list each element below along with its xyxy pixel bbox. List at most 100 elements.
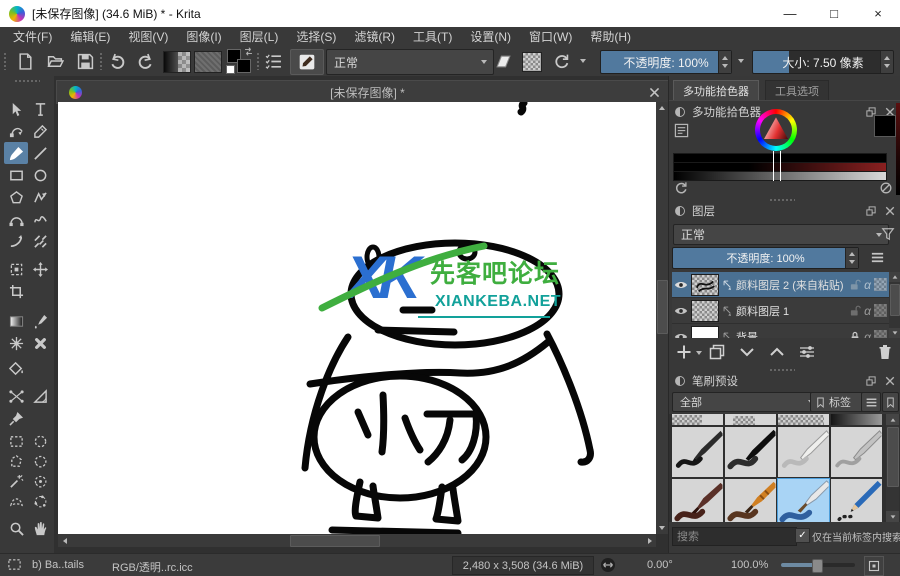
tool-freehand-selection[interactable] [28, 450, 52, 472]
tool-polygonal-selection[interactable] [4, 450, 28, 472]
duplicate-layer-button[interactable] [709, 344, 725, 360]
layer-visibility-icon[interactable] [674, 278, 688, 292]
zoom-slider[interactable] [781, 559, 855, 573]
tool-assistants[interactable] [4, 385, 28, 407]
tool-contiguous-selection[interactable] [4, 470, 28, 492]
layer-list-scrollbar[interactable] [889, 272, 900, 338]
layer-lock-icon[interactable] [849, 305, 861, 317]
blending-mode-dropdown[interactable]: 正常 [326, 49, 494, 75]
layer-name[interactable]: 颜料图层 1 [736, 303, 846, 319]
menu-settings[interactable]: 设置(N) [461, 26, 520, 47]
scroll-down-icon[interactable] [656, 522, 668, 534]
opacity-dropdown-arrow[interactable] [738, 59, 744, 63]
move-layer-down-button[interactable] [739, 344, 755, 360]
reload-dropdown-arrow[interactable] [580, 59, 586, 63]
toolbar-handle[interactable] [99, 52, 103, 70]
maximize-button[interactable]: □ [812, 1, 856, 27]
menu-tools[interactable]: 工具(T) [404, 26, 461, 47]
layer-inherit-alpha-icon[interactable] [874, 330, 887, 338]
tool-magnetic-selection[interactable] [28, 490, 52, 512]
add-layer-dropdown-arrow[interactable] [696, 351, 702, 355]
tool-smart-patch[interactable] [28, 332, 52, 354]
scroll-up-icon[interactable] [889, 272, 900, 282]
scroll-down-icon[interactable] [886, 511, 899, 522]
tool-freehand-path[interactable] [28, 208, 52, 230]
menu-filter[interactable]: 滤镜(R) [345, 26, 404, 47]
layer-alpha-icon[interactable]: α [864, 304, 871, 318]
layer-thumbnail[interactable] [691, 273, 719, 296]
brush-preset-thumbnail[interactable] [831, 414, 882, 425]
menu-layer[interactable]: 图层(L) [231, 26, 288, 47]
tool-rectangle[interactable] [4, 164, 28, 186]
float-panel-icon[interactable] [864, 204, 878, 218]
reset-colors-icon[interactable] [226, 65, 235, 74]
background-color-swatch[interactable] [237, 59, 251, 73]
preset-search-input[interactable] [672, 527, 797, 546]
opacity-slider[interactable]: 不透明度: 100% [600, 50, 732, 74]
canvas-titlebar[interactable]: [未保存图像] * [56, 80, 670, 104]
hscroll-thumb[interactable] [290, 535, 380, 547]
tool-measure[interactable] [28, 385, 52, 407]
tool-transform[interactable] [4, 258, 28, 280]
vscroll-thumb[interactable] [657, 280, 668, 334]
layer-row[interactable]: 背景 α [672, 324, 889, 338]
gradient-chooser[interactable] [163, 51, 191, 73]
add-layer-button[interactable] [676, 344, 692, 360]
layer-thumbnail[interactable] [691, 325, 719, 338]
layer-menu-icon[interactable] [865, 248, 889, 266]
tool-color-sampler[interactable] [28, 310, 52, 332]
layer-row[interactable]: 颜料图层 2 (来自粘贴) α [672, 272, 889, 298]
layer-scroll-thumb[interactable] [890, 284, 900, 316]
tool-freehand-brush[interactable] [4, 142, 28, 164]
no-color-icon[interactable] [879, 181, 893, 195]
brush-size-spinner[interactable] [880, 51, 893, 73]
selector-settings-button[interactable] [674, 123, 691, 138]
menu-file[interactable]: 文件(F) [4, 26, 61, 47]
layer-name[interactable]: 颜料图层 2 (来自粘贴) [736, 277, 846, 293]
menu-help[interactable]: 帮助(H) [581, 26, 640, 47]
tool-elliptical-selection[interactable] [28, 430, 52, 452]
canvas-surface[interactable]: 小刀 [58, 102, 656, 534]
scroll-up-icon[interactable] [886, 414, 899, 425]
layer-lock-icon[interactable] [849, 331, 861, 339]
tool-zoom[interactable] [4, 517, 28, 539]
layer-alpha-icon[interactable]: α [864, 278, 871, 292]
canvas-hscrollbar[interactable] [58, 534, 656, 547]
eraser-mode-button[interactable] [490, 49, 516, 73]
brush-preset-thumbnail[interactable] [672, 427, 723, 477]
opacity-spinner[interactable] [718, 51, 731, 73]
delete-layer-button[interactable] [877, 344, 893, 360]
refresh-colors-icon[interactable] [674, 181, 688, 195]
layer-inherit-alpha-icon[interactable] [874, 304, 887, 317]
layer-blending-mode-dropdown[interactable]: 正常 [673, 224, 889, 245]
tool-move[interactable] [28, 258, 52, 280]
preset-grid-scrollbar[interactable] [886, 414, 899, 522]
tool-bezier-selection[interactable] [4, 490, 28, 512]
tag-button[interactable]: 标签 [810, 392, 868, 412]
menu-edit[interactable]: 编辑(E) [61, 26, 119, 47]
brush-preset-thumbnail-selected[interactable] [777, 478, 830, 522]
edit-brush-settings-button[interactable] [290, 49, 324, 75]
brush-preset-thumbnail[interactable] [831, 427, 882, 477]
tool-polyline[interactable] [28, 186, 52, 208]
brush-size-slider[interactable]: 大小: 7.50 像素 [752, 50, 894, 74]
menu-window[interactable]: 窗口(W) [520, 26, 581, 47]
close-panel-icon[interactable] [883, 204, 897, 218]
tool-pattern-edit[interactable] [4, 332, 28, 354]
color-history-strip[interactable] [896, 103, 900, 195]
tool-ellipse[interactable] [28, 164, 52, 186]
layer-visibility-icon[interactable] [674, 330, 688, 339]
brush-preset-thumbnail[interactable] [725, 427, 776, 477]
menu-select[interactable]: 选择(S) [287, 26, 345, 47]
choose-brush-preset-button[interactable] [260, 49, 286, 73]
canvas-close-icon[interactable] [647, 85, 661, 99]
move-layer-up-button[interactable] [769, 344, 785, 360]
canvas-vscrollbar[interactable] [656, 102, 668, 534]
preserve-alpha-button[interactable] [522, 52, 542, 72]
tool-multibrush[interactable] [28, 230, 52, 252]
float-panel-icon[interactable] [864, 374, 878, 388]
layer-name[interactable]: 背景 [736, 329, 846, 339]
reload-preset-button[interactable] [548, 49, 574, 73]
save-button[interactable] [72, 49, 98, 73]
brush-preset-thumbnail[interactable] [672, 479, 723, 522]
